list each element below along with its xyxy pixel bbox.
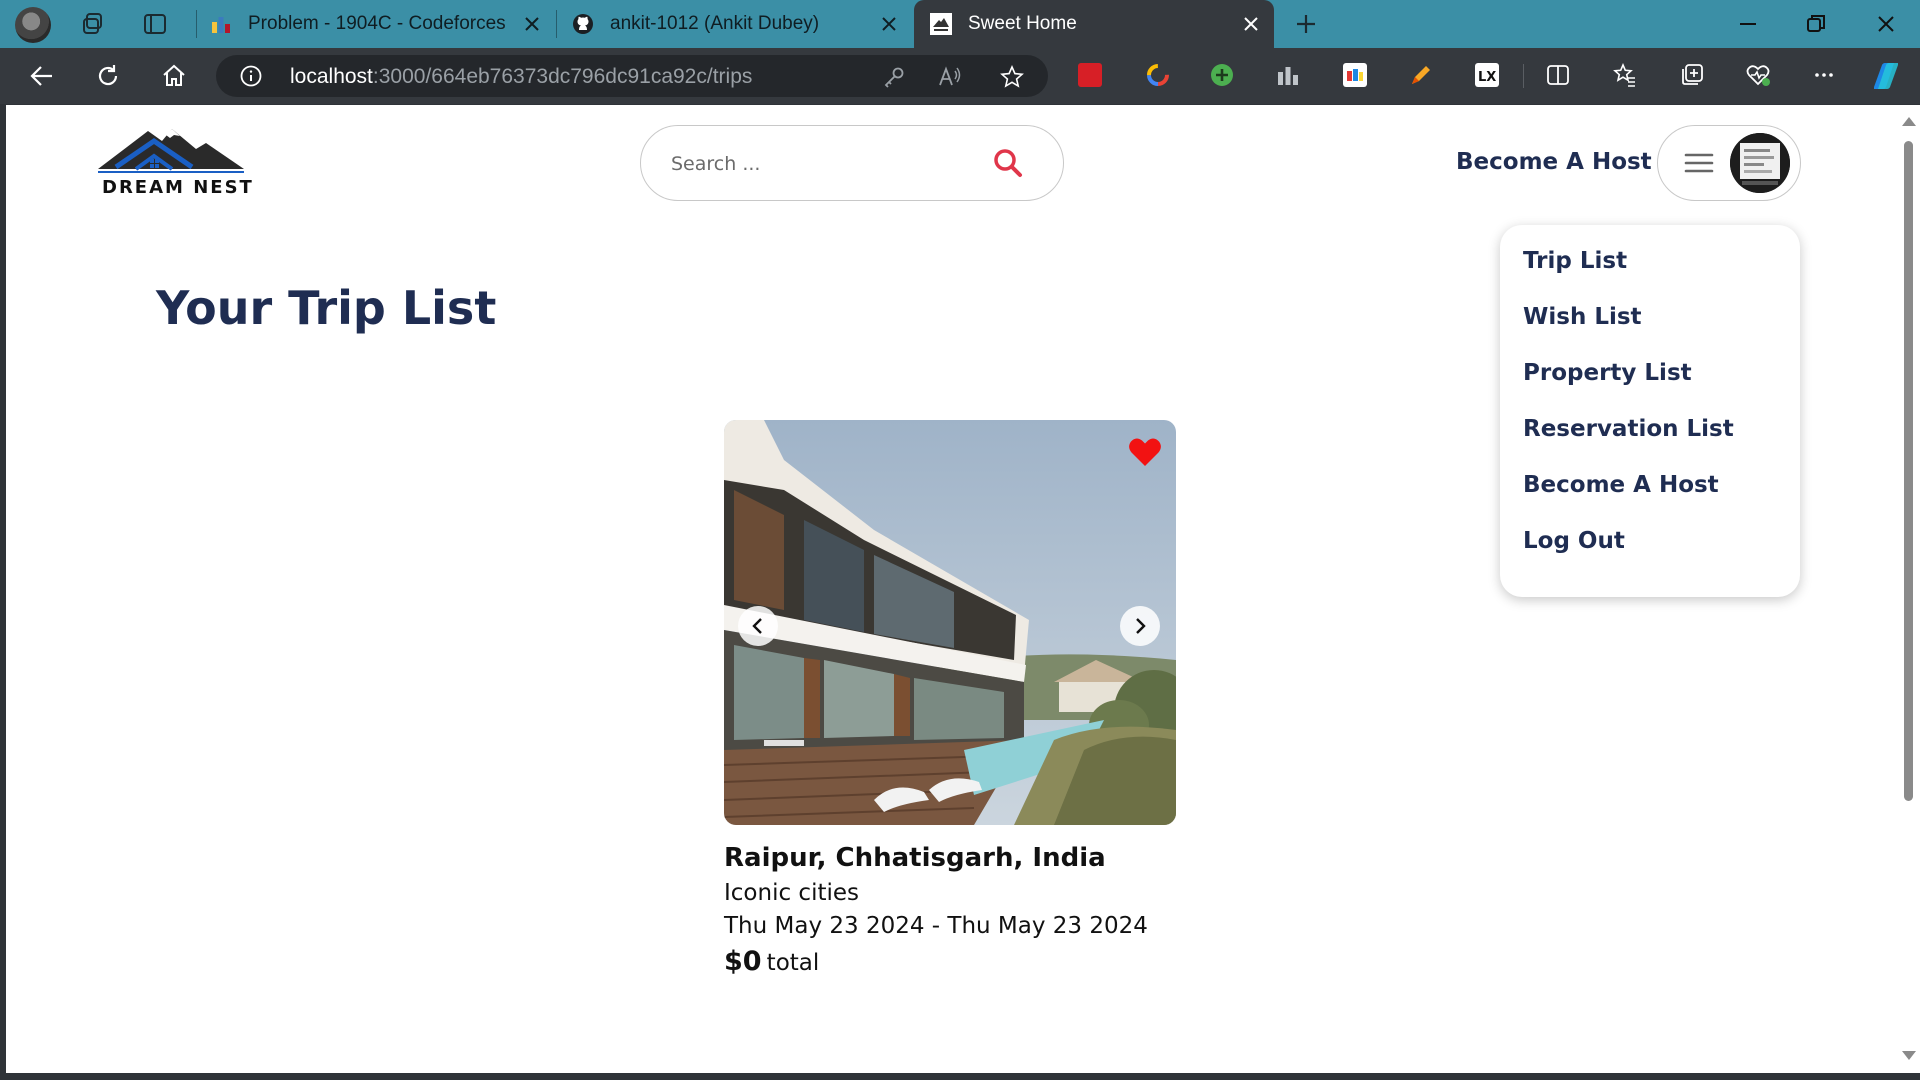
codeforces-icon	[212, 17, 230, 33]
home-icon[interactable]	[160, 62, 188, 90]
color-picker-extension-icon[interactable]	[1146, 63, 1170, 87]
copilot-icon[interactable]	[1868, 61, 1904, 91]
site-logo[interactable]: DREAM NEST	[96, 119, 256, 199]
heart-icon[interactable]	[1128, 436, 1162, 468]
collections-icon[interactable]	[1680, 63, 1704, 87]
address-bar[interactable]: localhost:3000/664eb76373dc796dc91ca92c/…	[216, 55, 1048, 97]
more-options-icon[interactable]	[1812, 63, 1836, 87]
account-dropdown-menu: Trip List Wish List Property List Reserv…	[1500, 225, 1800, 597]
menu-item-property-list[interactable]: Property List	[1523, 360, 1692, 386]
favorite-star-icon[interactable]	[1000, 65, 1024, 89]
chevron-right-icon	[1136, 618, 1146, 634]
page-scrollbar[interactable]	[1896, 105, 1920, 1073]
restore-icon[interactable]	[1802, 10, 1830, 38]
window-close-icon[interactable]	[1872, 10, 1900, 38]
user-avatar	[1730, 133, 1790, 193]
stats-extension-icon[interactable]	[1276, 63, 1300, 87]
read-aloud-icon[interactable]	[938, 65, 962, 89]
menu-item-wish-list[interactable]: Wish List	[1523, 304, 1642, 330]
close-icon[interactable]	[878, 13, 900, 35]
trip-price: $0 total	[724, 946, 819, 977]
chevron-left-icon	[752, 618, 762, 634]
favorites-icon[interactable]	[1613, 63, 1637, 87]
trip-dates: Thu May 23 2024 - Thu May 23 2024	[724, 913, 1148, 939]
tab-actions-icon[interactable]	[142, 11, 168, 37]
svg-text:LX: LX	[1478, 70, 1496, 85]
trip-price-label: total	[766, 950, 820, 976]
split-screen-icon[interactable]	[1546, 63, 1570, 87]
tab-sweet-home[interactable]: Sweet Home	[914, 0, 1274, 48]
search-input[interactable]	[671, 148, 971, 180]
browser-essentials-icon[interactable]	[1746, 63, 1770, 87]
hamburger-menu-icon	[1684, 153, 1714, 173]
trip-location: Raipur, Chhatisgarh, India	[724, 843, 1106, 873]
scrollbar-thumb[interactable]	[1904, 141, 1913, 801]
search-icon[interactable]	[991, 146, 1025, 180]
brand-name: DREAM NEST	[102, 177, 254, 198]
toolbar-divider	[1523, 64, 1524, 88]
url-host: localhost	[290, 65, 373, 88]
page-title: Your Trip List	[156, 281, 497, 335]
minimize-icon[interactable]	[1734, 10, 1762, 38]
tab-title: Sweet Home	[968, 13, 1077, 34]
tab-title: Problem - 1904C - Codeforces	[248, 13, 506, 34]
account-menu-button[interactable]	[1657, 125, 1801, 201]
menu-item-trip-list[interactable]: Trip List	[1523, 248, 1627, 274]
window-bottom-edge	[0, 1073, 1920, 1080]
next-photo-button[interactable]	[1120, 606, 1160, 646]
listing-photo	[724, 420, 1176, 825]
mountain-house-logo	[98, 129, 244, 173]
trip-price-amount: $0	[724, 946, 762, 977]
profile-avatar[interactable]	[15, 7, 51, 43]
scroll-down-arrow[interactable]	[1902, 1051, 1916, 1060]
workspaces-icon[interactable]	[80, 11, 106, 37]
add-extension-icon[interactable]	[1210, 63, 1234, 87]
site-info-icon[interactable]	[240, 65, 262, 87]
browser-toolbar: localhost:3000/664eb76373dc796dc91ca92c/…	[0, 48, 1920, 104]
lx-extension-icon[interactable]: LX	[1475, 63, 1499, 87]
trip-category: Iconic cities	[724, 880, 860, 906]
back-icon[interactable]	[28, 62, 56, 90]
tab-codeforces[interactable]: Problem - 1904C - Codeforces	[210, 0, 555, 48]
browser-tab-strip: Problem - 1904C - Codeforces ankit-1012 …	[0, 0, 1920, 48]
new-tab-icon[interactable]	[1293, 11, 1319, 37]
scroll-up-arrow[interactable]	[1902, 117, 1916, 126]
menu-item-log-out[interactable]: Log Out	[1523, 528, 1625, 554]
close-icon[interactable]	[521, 13, 543, 35]
close-icon[interactable]	[1240, 13, 1262, 35]
github-icon	[573, 14, 593, 34]
password-key-icon[interactable]	[882, 65, 906, 89]
prev-photo-button[interactable]	[738, 606, 778, 646]
pencil-extension-icon[interactable]	[1409, 63, 1433, 87]
pdf-extension-icon[interactable]	[1078, 63, 1102, 87]
menu-item-reservation-list[interactable]: Reservation List	[1523, 416, 1734, 442]
search-bar	[640, 125, 1064, 201]
url-path: :3000/664eb76373dc796dc91ca92c/trips	[372, 65, 753, 88]
tab-title: ankit-1012 (Ankit Dubey)	[610, 13, 820, 34]
tab-github[interactable]: ankit-1012 (Ankit Dubey)	[572, 0, 912, 48]
colorful-extension-icon[interactable]	[1343, 63, 1367, 87]
reload-icon[interactable]	[94, 62, 122, 90]
become-host-link[interactable]: Become A Host	[1456, 149, 1652, 175]
url-text[interactable]: localhost:3000/664eb76373dc796dc91ca92c/…	[290, 65, 752, 89]
menu-item-become-host[interactable]: Become A Host	[1523, 472, 1719, 498]
page-viewport: DREAM NEST Become A Host Trip List Wish …	[6, 105, 1896, 1073]
dream-nest-favicon	[930, 13, 952, 35]
